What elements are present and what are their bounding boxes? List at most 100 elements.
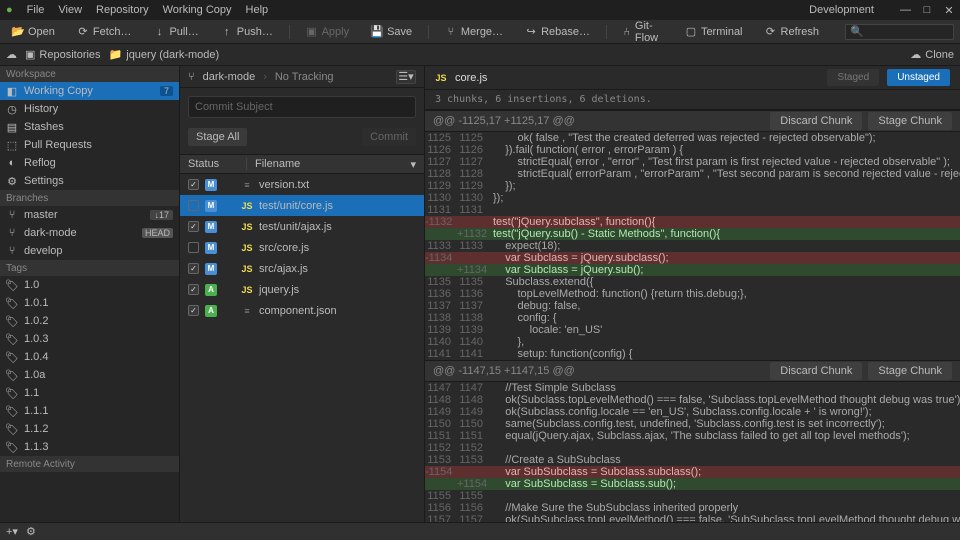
file-row[interactable]: MJStest/unit/core.js [180,195,424,216]
stage-checkbox[interactable]: ✓ [188,221,199,232]
diff-line[interactable]: 11351135 Subclass.extend({ [425,276,960,288]
merge-button[interactable]: ⑂Merge… [439,24,509,40]
menu-view[interactable]: View [58,4,82,16]
file-row[interactable]: ✓MJSsrc/ajax.js [180,258,424,279]
apply-button[interactable]: ▣Apply [300,24,356,40]
maximize-icon[interactable]: □ [922,4,932,17]
diff-line[interactable]: 11261126 }).fail( function( error , erro… [425,144,960,156]
discard-chunk-button[interactable]: Discard Chunk [770,112,862,130]
file-row[interactable]: MJSsrc/core.js [180,237,424,258]
menu-working-copy[interactable]: Working Copy [163,4,232,16]
diff-line[interactable]: 11281128 strictEqual( errorParam , "erro… [425,168,960,180]
pull-button[interactable]: ↓Pull… [147,24,204,40]
diff-line[interactable]: +1134 var Subclass = jQuery.sub(); [425,264,960,276]
tag-1.1.3[interactable]: 🏷1.1.3 [0,438,179,456]
tracking-status[interactable]: No Tracking [275,71,334,83]
sidebar-item-working-copy[interactable]: ◧Working Copy7 [0,82,179,100]
tag-1.0.4[interactable]: 🏷1.0.4 [0,348,179,366]
diff-line[interactable]: 11291129 }); [425,180,960,192]
diff-line[interactable]: 11491149 ok(Subclass.config.locale == 'e… [425,406,960,418]
clone-button[interactable]: ☁Clone [910,48,954,61]
search-input[interactable]: 🔍 [845,24,954,40]
stage-checkbox[interactable]: ✓ [188,284,199,295]
diff-line[interactable]: 11301130}); [425,192,960,204]
diff-line[interactable]: 11501150 same(Subclass.config.test, unde… [425,418,960,430]
file-row[interactable]: ✓A≡component.json [180,300,424,321]
diff-line[interactable]: 11471147 //Test Simple Subclass [425,382,960,394]
branch-master[interactable]: ⑂master↓17 [0,206,179,224]
stage-chunk-button[interactable]: Stage Chunk [868,362,952,380]
diff-line[interactable]: +1154 var SubSubclass = Subclass.sub(); [425,478,960,490]
sidebar-item-settings[interactable]: ⚙Settings [0,172,179,190]
diff-line[interactable]: 11571157 ok(SubSubclass.topLevelMethod()… [425,514,960,522]
diff-line[interactable]: -1154 var SubSubclass = Subclass.subclas… [425,466,960,478]
stage-checkbox[interactable]: ✓ [188,305,199,316]
diff-line[interactable]: 11521152 [425,442,960,454]
file-row[interactable]: ✓AJSjquery.js [180,279,424,300]
file-row[interactable]: ✓M≡version.txt [180,174,424,195]
diff-line[interactable]: 11331133 expect(18); [425,240,960,252]
diff-line[interactable]: 11411141 setup: function(config) { [425,348,960,360]
minimize-icon[interactable]: — [900,4,910,17]
terminal-button[interactable]: ▢Terminal [679,24,749,40]
tag-1.1[interactable]: 🏷1.1 [0,384,179,402]
close-icon[interactable]: ✕ [944,4,954,17]
add-button[interactable]: +▾ [6,525,18,538]
diff-line[interactable]: 11371137 debug: false, [425,300,960,312]
tag-1.1.1[interactable]: 🏷1.1.1 [0,402,179,420]
breadcrumb-repo[interactable]: 📁jquery (dark-mode) [109,48,220,61]
col-filename[interactable]: Filename▾ [255,158,416,171]
file-row[interactable]: ✓MJStest/unit/ajax.js [180,216,424,237]
tag-1.0.2[interactable]: 🏷1.0.2 [0,312,179,330]
tag-1.0.1[interactable]: 🏷1.0.1 [0,294,179,312]
tag-1.0.3[interactable]: 🏷1.0.3 [0,330,179,348]
diff-line[interactable]: 11381138 config: { [425,312,960,324]
diff-line[interactable]: 11251125 ok( false , "Test the created d… [425,132,960,144]
diff-line[interactable]: 11551155 [425,490,960,502]
menu-help[interactable]: Help [246,4,269,16]
branch-dark-mode[interactable]: ⑂dark-modeHEAD [0,224,179,242]
commit-button[interactable]: Commit [362,128,416,146]
commit-message-input[interactable]: Commit Subject [188,96,416,118]
tag-1.1.2[interactable]: 🏷1.1.2 [0,420,179,438]
diff-line[interactable]: -1132test("jQuery.subclass", function(){ [425,216,960,228]
breadcrumb-repos[interactable]: ▣Repositories [25,48,101,61]
rebase-button[interactable]: ↪Rebase… [519,24,596,40]
diff-line[interactable]: 11271127 strictEqual( error , "error" , … [425,156,960,168]
sidebar-item-history[interactable]: ◷History [0,100,179,118]
options-button[interactable]: ☰▾ [396,70,416,84]
stage-all-button[interactable]: Stage All [188,128,247,146]
tag-1.0a[interactable]: 🏷1.0a [0,366,179,384]
stage-chunk-button[interactable]: Stage Chunk [868,112,952,130]
diff-line[interactable]: +1132test("jQuery.sub() - Static Methods… [425,228,960,240]
branch-develop[interactable]: ⑂develop [0,242,179,260]
sidebar-item-reflog[interactable]: ◐Reflog [0,154,179,172]
gear-icon[interactable]: ⚙ [26,525,36,538]
gitflow-button[interactable]: ⑃Git-Flow [617,18,669,46]
diff-line[interactable]: 11531153 //Create a SubSubclass [425,454,960,466]
sidebar-item-stashes[interactable]: ▤Stashes [0,118,179,136]
discard-chunk-button[interactable]: Discard Chunk [770,362,862,380]
save-button[interactable]: 💾Save [365,24,418,40]
refresh-button[interactable]: ⟳Refresh [759,24,826,40]
stage-checkbox[interactable] [188,242,199,253]
diff-line[interactable]: 11391139 locale: 'en_US' [425,324,960,336]
sidebar-item-pull-requests[interactable]: ⬚Pull Requests [0,136,179,154]
unstaged-tab[interactable]: Unstaged [887,69,950,86]
diff-line[interactable]: 11481148 ok(Subclass.topLevelMethod() ==… [425,394,960,406]
fetch-button[interactable]: ⟳Fetch… [71,24,138,40]
diff-line[interactable]: 11311131 [425,204,960,216]
stage-checkbox[interactable]: ✓ [188,179,199,190]
col-status[interactable]: Status [188,158,238,170]
open-button[interactable]: 📂Open [6,24,61,40]
diff-line[interactable]: 11561156 //Make Sure the SubSubclass inh… [425,502,960,514]
stage-checkbox[interactable]: ✓ [188,263,199,274]
menu-file[interactable]: File [27,4,45,16]
diff-body[interactable]: @@ -1125,17 +1125,17 @@Discard ChunkStag… [425,110,960,522]
diff-line[interactable]: 11361136 topLevelMethod: function() {ret… [425,288,960,300]
diff-line[interactable]: 11511151 equal(jQuery.ajax, Subclass.aja… [425,430,960,442]
current-branch[interactable]: dark-mode [203,71,256,83]
tag-1.0[interactable]: 🏷1.0 [0,276,179,294]
stage-checkbox[interactable] [188,200,199,211]
diff-line[interactable]: -1134 var Subclass = jQuery.subclass(); [425,252,960,264]
